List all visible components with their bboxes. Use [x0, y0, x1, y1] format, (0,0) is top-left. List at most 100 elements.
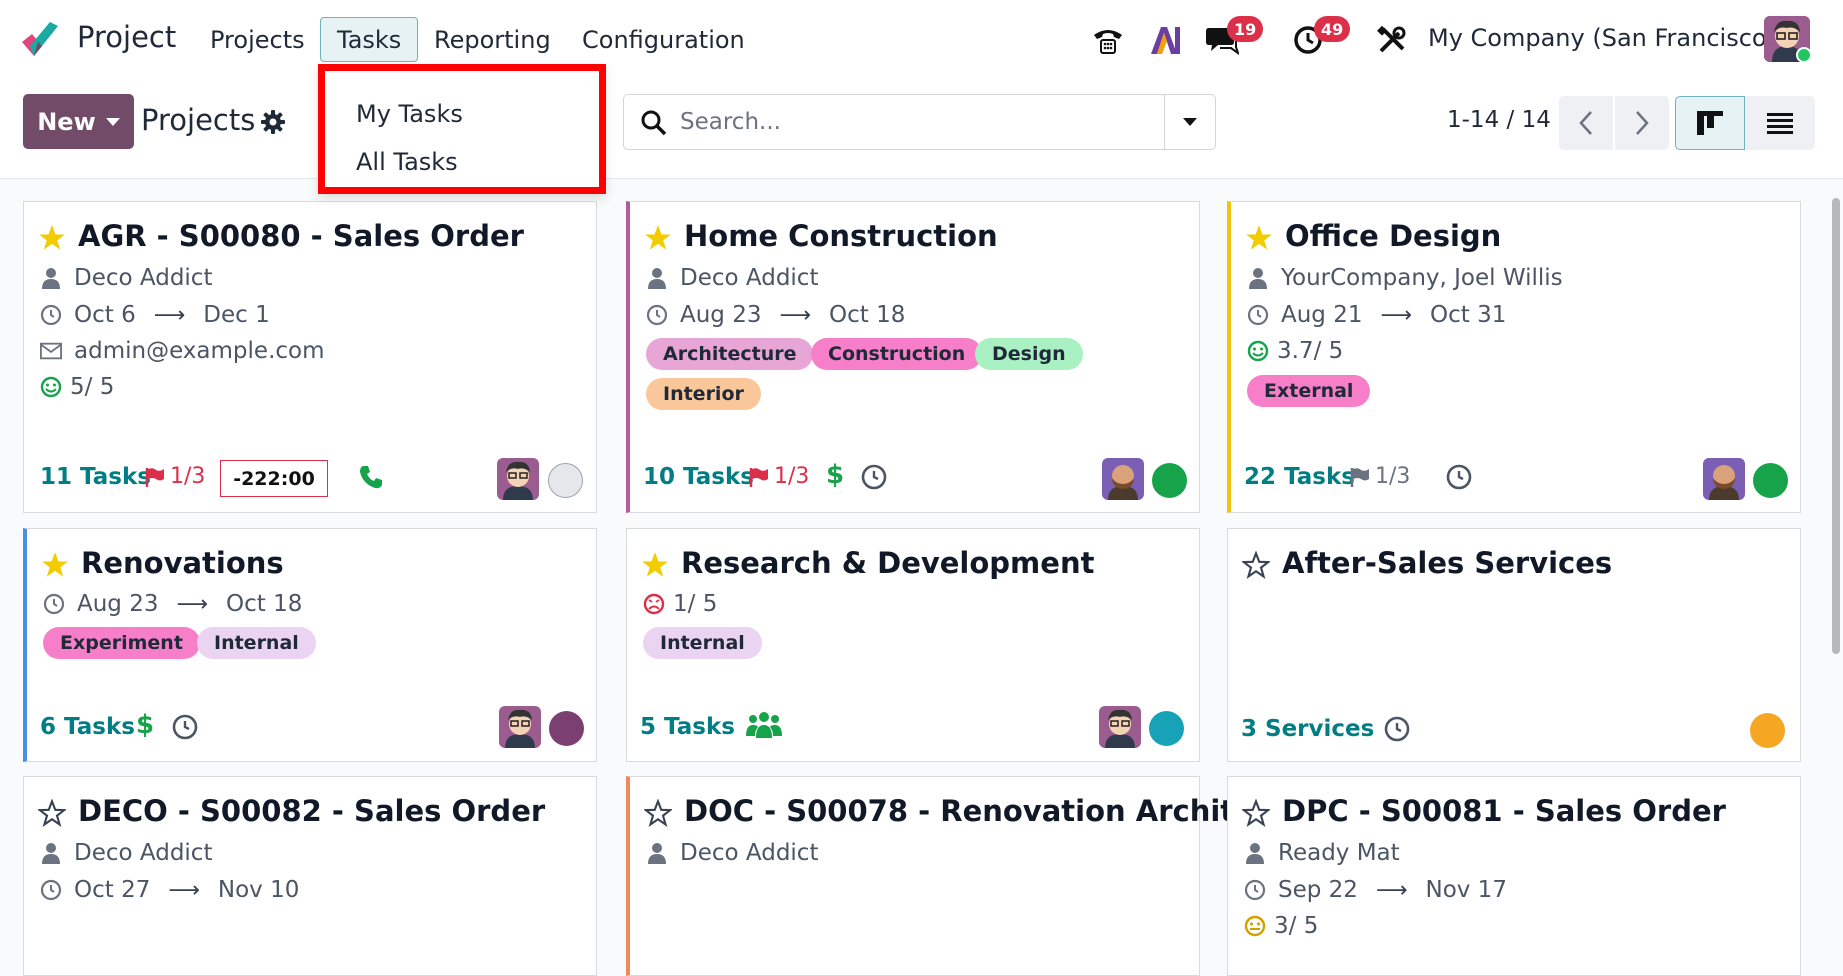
date-start: Aug 21: [1281, 302, 1363, 328]
tasks-link[interactable]: 6 Tasks: [40, 714, 135, 740]
project-title: After-Sales Services: [1282, 546, 1613, 580]
favorite-star-icon[interactable]: [1245, 224, 1273, 252]
customer-name: Deco Addict: [680, 265, 819, 291]
favorite-star-icon[interactable]: [644, 224, 672, 252]
debug-tools-icon[interactable]: [1372, 20, 1412, 60]
project-status-dot[interactable]: [548, 463, 583, 498]
flag-icon: [145, 467, 164, 487]
pager-next-button[interactable]: [1615, 96, 1669, 150]
timesheet-timer[interactable]: -222:00: [220, 460, 328, 497]
customer-email: admin@example.com: [74, 338, 325, 364]
milestone-status[interactable]: 1/3: [144, 464, 205, 489]
tasks-link[interactable]: 22 Tasks: [1244, 464, 1355, 490]
menu-configuration[interactable]: Configuration: [565, 17, 762, 62]
pager-previous-button[interactable]: [1559, 96, 1613, 150]
project-status-dot[interactable]: [549, 711, 584, 746]
project-status-dot[interactable]: [1753, 463, 1788, 498]
tag: External: [1247, 375, 1371, 407]
rating-value: 5/ 5: [70, 374, 115, 400]
page-title: Projects: [141, 103, 256, 137]
favorite-star-icon[interactable]: [38, 224, 66, 252]
ai-assistant-icon[interactable]: [1145, 20, 1185, 60]
manager-avatar[interactable]: [1102, 458, 1144, 500]
smile-icon: [40, 376, 62, 398]
favorite-star-outline-icon[interactable]: [1242, 799, 1270, 827]
project-status-dot[interactable]: [1750, 713, 1785, 748]
menu-item-all-tasks[interactable]: All Tasks: [356, 148, 458, 176]
tasks-link[interactable]: 11 Tasks: [40, 464, 151, 490]
new-button[interactable]: New: [23, 94, 134, 149]
activity-clock-icon[interactable]: [1444, 462, 1474, 492]
customer-name: Deco Addict: [74, 265, 213, 291]
activity-clock-icon[interactable]: [170, 712, 200, 742]
customer-line: YourCompany, Joel Willis: [1247, 265, 1563, 291]
dollar-icon[interactable]: $: [820, 460, 850, 490]
flag-icon: [1350, 467, 1369, 487]
milestone-status[interactable]: 1/3: [748, 464, 809, 489]
project-card[interactable]: Renovations Aug 23 ⟶ Oct 18 Experiment I…: [23, 528, 597, 762]
gear-icon[interactable]: [260, 109, 286, 135]
tag: Experiment: [43, 627, 200, 659]
app-logo-icon[interactable]: [20, 22, 60, 58]
favorite-star-icon[interactable]: [41, 551, 69, 579]
voip-phone-icon[interactable]: [1088, 20, 1128, 60]
company-switcher[interactable]: My Company (San Francisco): [1428, 24, 1776, 52]
date-line: Aug 23 ⟶ Oct 18: [646, 302, 905, 328]
page-scrollbar[interactable]: [1832, 198, 1840, 654]
manager-avatar[interactable]: [1703, 458, 1745, 500]
date-line: Aug 21 ⟶ Oct 31: [1247, 302, 1506, 328]
list-view-button[interactable]: [1745, 96, 1815, 150]
arrow-right-icon: ⟶: [779, 302, 812, 328]
project-status-dot[interactable]: [1149, 711, 1184, 746]
project-title: AGR - S00080 - Sales Order: [78, 219, 524, 253]
project-card[interactable]: AGR - S00080 - Sales Order Deco Addict O…: [23, 201, 597, 513]
dollar-icon[interactable]: $: [130, 710, 160, 740]
project-card[interactable]: DECO - S00082 - Sales Order Deco Addict …: [23, 776, 597, 976]
favorite-star-outline-icon[interactable]: [644, 799, 672, 827]
favorite-star-outline-icon[interactable]: [38, 799, 66, 827]
phone-icon[interactable]: [356, 462, 386, 492]
manager-avatar[interactable]: [1099, 706, 1141, 748]
frown-icon: [643, 593, 665, 615]
clock-icon: [40, 304, 62, 326]
search-input[interactable]: [680, 95, 1130, 149]
activity-clock-icon[interactable]: [859, 462, 889, 492]
milestone-status[interactable]: 1/3: [1349, 464, 1410, 489]
project-status-dot[interactable]: [1152, 463, 1187, 498]
user-icon: [40, 267, 62, 289]
kanban-view-button[interactable]: [1675, 96, 1745, 150]
date-end: Dec 1: [203, 302, 270, 328]
date-end: Nov 17: [1425, 877, 1507, 903]
project-card[interactable]: Office Design YourCompany, Joel Willis A…: [1227, 201, 1801, 513]
date-line: Aug 23 ⟶ Oct 18: [43, 591, 302, 617]
followers-group-icon[interactable]: [745, 710, 783, 740]
menu-projects[interactable]: Projects: [193, 17, 322, 62]
menu-reporting[interactable]: Reporting: [417, 17, 568, 62]
rating-value: 1/ 5: [673, 591, 718, 617]
pager-value[interactable]: 1-14 / 14: [1447, 107, 1551, 133]
project-card[interactable]: Research & Development 1/ 5 Internal 5 T…: [626, 528, 1200, 762]
tasks-link[interactable]: 10 Tasks: [643, 464, 754, 490]
favorite-star-icon[interactable]: [641, 551, 669, 579]
menu-item-my-tasks[interactable]: My Tasks: [356, 100, 463, 128]
tag: Internal: [643, 627, 762, 659]
project-card[interactable]: DPC - S00081 - Sales Order Ready Mat Sep…: [1227, 776, 1801, 976]
menu-tasks[interactable]: Tasks: [320, 17, 419, 62]
services-link[interactable]: 3 Services: [1241, 716, 1374, 742]
list-icon: [1767, 113, 1793, 134]
kanban-icon: [1697, 111, 1723, 135]
activity-clock-icon[interactable]: [1382, 714, 1412, 744]
manager-avatar[interactable]: [499, 706, 541, 748]
customer-name: Deco Addict: [680, 840, 819, 866]
project-card[interactable]: DOC - S00078 - Renovation Architect Deco…: [626, 776, 1285, 976]
project-card[interactable]: Home Construction Deco Addict Aug 23 ⟶ O…: [626, 201, 1200, 513]
date-line: Oct 27 ⟶ Nov 10: [40, 877, 299, 903]
favorite-star-outline-icon[interactable]: [1242, 551, 1270, 579]
control-panel: New Projects 1-14 / 14: [0, 78, 1843, 179]
app-name[interactable]: Project: [77, 20, 176, 54]
search-options-toggle[interactable]: [1164, 95, 1215, 149]
manager-avatar[interactable]: [497, 458, 539, 500]
project-card[interactable]: After-Sales Services 3 Services: [1227, 528, 1801, 762]
tasks-link[interactable]: 5 Tasks: [640, 714, 735, 740]
customer-name: YourCompany, Joel Willis: [1281, 265, 1563, 291]
